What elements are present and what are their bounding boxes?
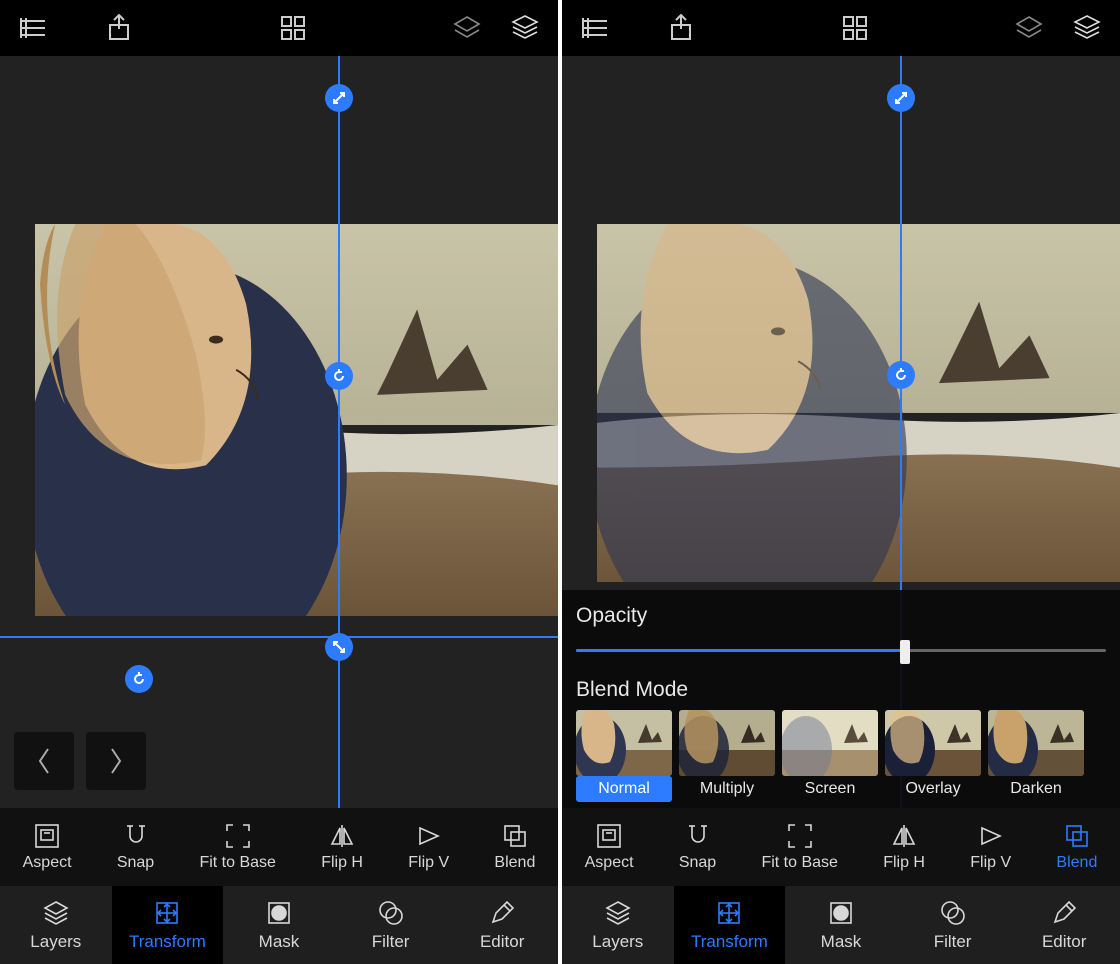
tab-label: Mask — [821, 932, 862, 952]
tab-transform[interactable]: Transform — [112, 886, 224, 964]
tab-mask[interactable]: Mask — [785, 886, 897, 964]
mode-label: Normal — [576, 776, 672, 802]
mode-label: Multiply — [679, 776, 775, 802]
transform-toolbar: Aspect Snap Fit to Base Flip H Flip V Bl… — [562, 808, 1120, 886]
mode-label: Overlay — [885, 776, 981, 802]
flip-h-tool[interactable]: Flip H — [321, 822, 363, 872]
scale-handle-top[interactable] — [325, 84, 353, 112]
layer-image[interactable] — [35, 224, 558, 616]
snap-tool[interactable]: Snap — [679, 822, 716, 872]
next-button[interactable] — [86, 732, 146, 790]
layer-outline-icon[interactable] — [1014, 13, 1044, 43]
tab-editor[interactable]: Editor — [446, 886, 558, 964]
tab-transform[interactable]: Transform — [674, 886, 786, 964]
blend-panel: Opacity Blend Mode Normal Multiply Scree… — [562, 590, 1120, 808]
blendmode-multiply[interactable]: Multiply — [679, 710, 775, 802]
undo-handle[interactable] — [125, 665, 153, 693]
grid-icon[interactable] — [278, 13, 308, 43]
scale-handle-bottom[interactable] — [325, 633, 353, 661]
blend-tool[interactable]: Blend — [494, 822, 535, 872]
fit-to-base-tool[interactable]: Fit to Base — [199, 822, 275, 872]
tool-label: Aspect — [23, 854, 72, 872]
opacity-slider[interactable] — [576, 640, 1106, 660]
tool-label: Snap — [679, 854, 716, 872]
canvas-area[interactable]: Opacity Blend Mode Normal Multiply Scree… — [562, 56, 1120, 808]
tab-layers[interactable]: Layers — [0, 886, 112, 964]
blendmode-overlay[interactable]: Overlay — [885, 710, 981, 802]
tool-label: Flip V — [408, 854, 449, 872]
share-icon[interactable] — [666, 13, 696, 43]
tool-label: Snap — [117, 854, 154, 872]
rotate-handle[interactable] — [887, 361, 915, 389]
blendmode-screen[interactable]: Screen — [782, 710, 878, 802]
tab-label: Layers — [592, 932, 643, 952]
tab-label: Transform — [691, 932, 768, 952]
layer-image[interactable] — [597, 224, 1120, 582]
top-toolbar — [562, 0, 1120, 56]
tool-label: Blend — [1056, 854, 1097, 872]
aspect-tool[interactable]: Aspect — [585, 822, 634, 872]
tab-mask[interactable]: Mask — [223, 886, 335, 964]
tool-label: Flip H — [321, 854, 363, 872]
list-icon[interactable] — [18, 13, 48, 43]
opacity-label: Opacity — [576, 604, 1106, 628]
flip-h-tool[interactable]: Flip H — [883, 822, 925, 872]
bottom-tabs: Layers Transform Mask Filter Editor — [0, 886, 558, 964]
tool-label: Fit to Base — [761, 854, 837, 872]
mode-label: Screen — [782, 776, 878, 802]
tab-label: Mask — [259, 932, 300, 952]
tool-label: Aspect — [585, 854, 634, 872]
transform-toolbar: Aspect Snap Fit to Base Flip H Flip V Bl… — [0, 808, 558, 886]
blendmode-label: Blend Mode — [576, 678, 1106, 702]
aspect-tool[interactable]: Aspect — [23, 822, 72, 872]
tab-layers[interactable]: Layers — [562, 886, 674, 964]
top-toolbar — [0, 0, 558, 56]
list-icon[interactable] — [580, 13, 610, 43]
layer-outline-icon[interactable] — [452, 13, 482, 43]
tool-label: Flip V — [970, 854, 1011, 872]
tab-label: Editor — [480, 932, 524, 952]
mode-label: Darken — [988, 776, 1084, 802]
blend-tool[interactable]: Blend — [1056, 822, 1097, 872]
fit-to-base-tool[interactable]: Fit to Base — [761, 822, 837, 872]
tab-label: Filter — [934, 932, 972, 952]
blendmode-normal[interactable]: Normal — [576, 710, 672, 802]
tab-editor[interactable]: Editor — [1008, 886, 1120, 964]
tab-label: Transform — [129, 932, 206, 952]
layers-icon[interactable] — [1072, 13, 1102, 43]
canvas-area[interactable] — [0, 56, 558, 808]
flip-v-tool[interactable]: Flip V — [408, 822, 449, 872]
snap-tool[interactable]: Snap — [117, 822, 154, 872]
tab-label: Filter — [372, 932, 410, 952]
bottom-tabs: Layers Transform Mask Filter Editor — [562, 886, 1120, 964]
horizontal-guide — [0, 636, 558, 638]
tool-label: Flip H — [883, 854, 925, 872]
scale-handle-top[interactable] — [887, 84, 915, 112]
vertical-guide — [338, 56, 340, 808]
tab-filter[interactable]: Filter — [897, 886, 1009, 964]
blendmode-darken[interactable]: Darken — [988, 710, 1084, 802]
slider-thumb[interactable] — [900, 640, 910, 664]
tool-label: Fit to Base — [199, 854, 275, 872]
tool-label: Blend — [494, 854, 535, 872]
tab-filter[interactable]: Filter — [335, 886, 447, 964]
grid-icon[interactable] — [840, 13, 870, 43]
flip-v-tool[interactable]: Flip V — [970, 822, 1011, 872]
tab-label: Editor — [1042, 932, 1086, 952]
share-icon[interactable] — [104, 13, 134, 43]
tab-label: Layers — [30, 932, 81, 952]
rotate-handle[interactable] — [325, 362, 353, 390]
layers-icon[interactable] — [510, 13, 540, 43]
prev-button[interactable] — [14, 732, 74, 790]
